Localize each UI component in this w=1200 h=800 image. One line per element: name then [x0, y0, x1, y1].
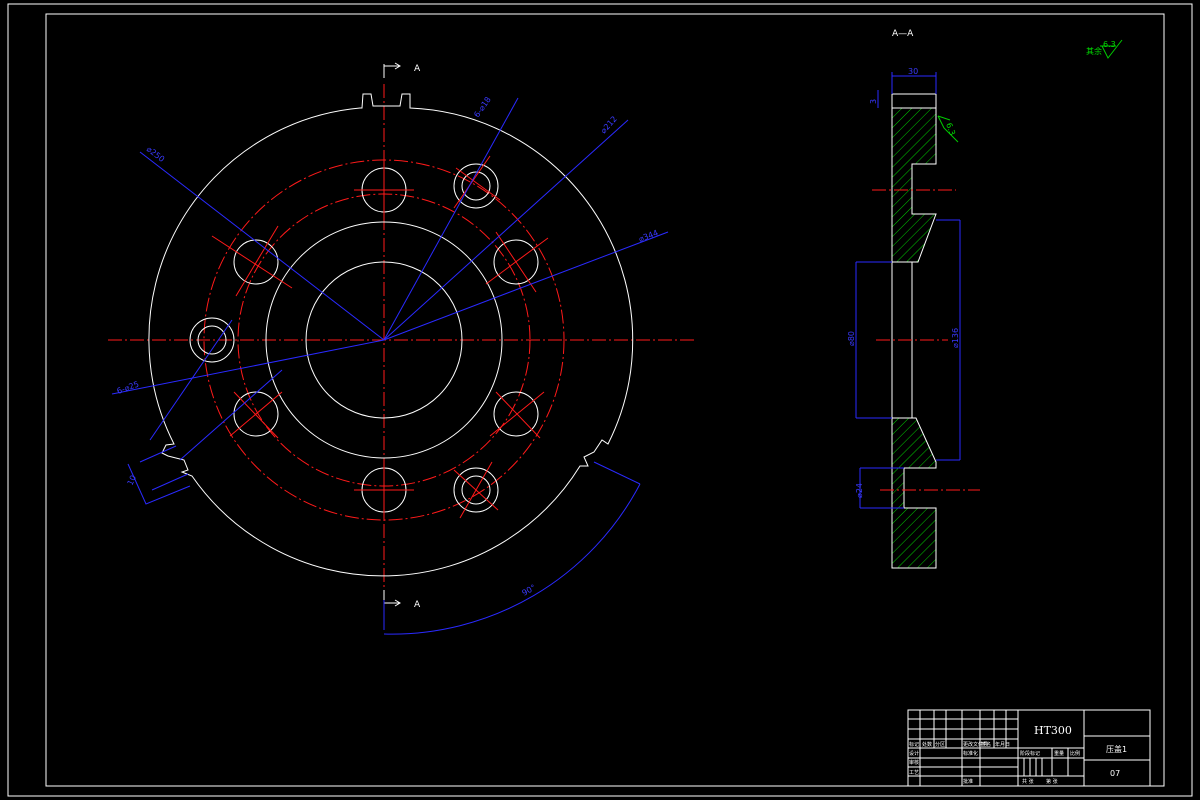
- section-letter-bottom: A: [414, 600, 421, 610]
- section-marker-bottom: A: [383, 590, 421, 610]
- dim-bore: ⌀80: [847, 331, 856, 346]
- section-marker-top: A: [383, 62, 421, 78]
- arc-dimension: [383, 483, 641, 635]
- cell-0: 标记: [909, 741, 919, 748]
- title-block: HT300 压盖1 07 标记 处数 分区 更改文件号 签名 年月日 设计 标准…: [907, 709, 1151, 787]
- cell-11: 阶段标记: [1020, 750, 1040, 757]
- cell-8: 审核: [909, 759, 919, 766]
- dim-d212: ⌀212: [599, 114, 619, 135]
- front-view: A A ⌀250 6-⌀18 ⌀212 ⌀344 6-⌀25 10 90°: [108, 62, 694, 635]
- general-roughness: 其余 6.3: [1086, 39, 1123, 59]
- dim-top-step: 3: [869, 99, 878, 104]
- hatch-upper: [891, 107, 937, 263]
- bolt-holes: [189, 163, 539, 513]
- dim-top-width: 30: [908, 67, 918, 76]
- outer-frame: [7, 3, 1193, 797]
- roughness-value: 6.3: [1103, 40, 1116, 49]
- section-letter-top: A: [414, 64, 421, 74]
- cell-1: 处数: [922, 741, 932, 748]
- cell-7: 标准化: [963, 750, 978, 757]
- cell-14: 共 张: [1022, 778, 1034, 785]
- dim-holes: 6-⌀18: [472, 95, 493, 119]
- dim-d344: ⌀344: [637, 228, 659, 244]
- roughness-label: 其余: [1086, 46, 1102, 56]
- front-dimensions: ⌀250 6-⌀18 ⌀212 ⌀344 6-⌀25 10 90°: [111, 95, 669, 635]
- section-title: A—A: [892, 29, 914, 39]
- section-roughness-value: 6.3: [944, 122, 957, 137]
- cell-9: 工艺: [909, 770, 919, 776]
- cell-5: 年月日: [995, 741, 1010, 748]
- cell-15: 第 张: [1046, 778, 1058, 785]
- top-block: [891, 93, 937, 109]
- material-text: HT300: [1034, 724, 1072, 737]
- cad-drawing-canvas: A A ⌀250 6-⌀18 ⌀212 ⌀344 6-⌀25 10 90° A—…: [7, 3, 1193, 797]
- cell-2: 分区: [935, 741, 945, 748]
- dim-d250: ⌀250: [145, 144, 166, 163]
- cell-13: 比例: [1070, 750, 1080, 757]
- hatch-lower: [891, 417, 937, 569]
- section-view: A—A 30 3 ⌀80 ⌀136 ⌀24 6.3: [847, 29, 980, 569]
- cell-6: 设计: [909, 750, 919, 757]
- dim-slot: 10: [126, 474, 138, 487]
- section-roughness-symbol: 6.3: [937, 115, 959, 143]
- dim-hole: ⌀24: [855, 483, 864, 498]
- cell-12: 重量: [1054, 750, 1064, 757]
- cell-4: 签名: [981, 741, 991, 748]
- dim-cone: ⌀136: [951, 328, 960, 348]
- part-name-text: 压盖1: [1106, 744, 1127, 754]
- hole-center-marks: [211, 155, 549, 520]
- drawing-number-text: 07: [1110, 769, 1120, 778]
- cell-10: 批准: [963, 778, 973, 785]
- dim-hole-group: 6-⌀25: [116, 380, 141, 396]
